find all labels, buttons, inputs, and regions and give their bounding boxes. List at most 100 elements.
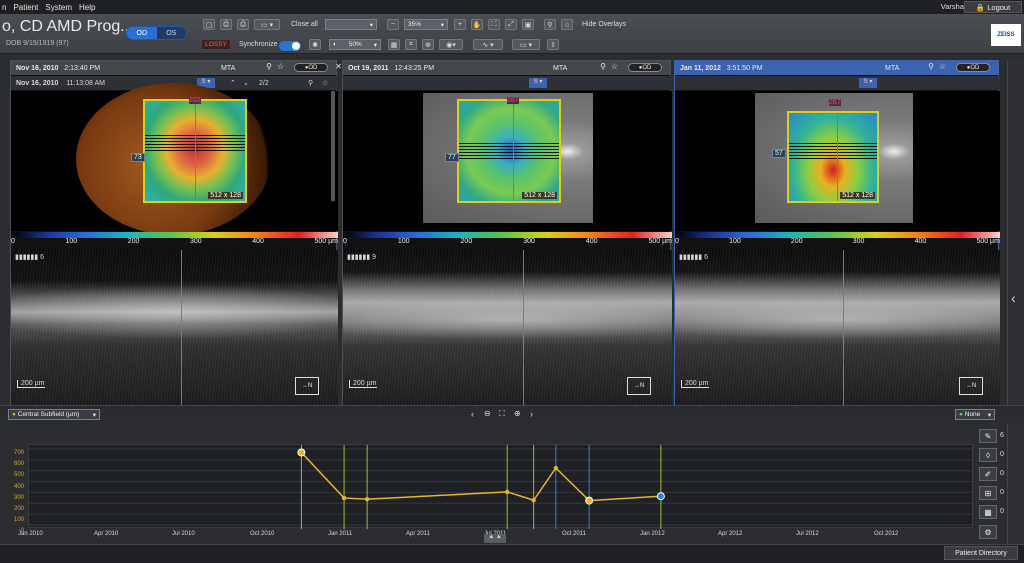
panel-eye-pill[interactable]: ● OD <box>628 63 662 72</box>
eye-od-button[interactable]: OD <box>127 27 157 39</box>
search-icon[interactable]: ⚲ <box>544 19 556 30</box>
search-icon[interactable]: ⚲ <box>266 62 272 71</box>
new-icon[interactable]: ▢ <box>203 19 215 30</box>
star-icon[interactable]: ☆ <box>561 19 573 30</box>
scan-size: 512 x 128 <box>840 192 875 199</box>
x-tick-label: Oct 2011 <box>562 531 586 537</box>
fundus-image[interactable]: 512 x 128 287 77 <box>343 91 672 231</box>
top-value: 287 <box>507 97 519 104</box>
fundus-image[interactable]: 512 x 128 267 57 <box>675 91 1000 231</box>
view-dropdown[interactable]: ▾ <box>325 19 377 30</box>
trend-graph[interactable] <box>28 444 974 529</box>
chevron-right-icon[interactable]: › <box>530 409 533 419</box>
star-icon[interactable]: ☆ <box>322 79 328 87</box>
oct-bscan[interactable]: ▮▮▮▮▮▮ 9 200 µm → N <box>343 250 672 405</box>
crop-icon[interactable]: ⌗ <box>405 39 417 50</box>
drop-filter-button[interactable]: ◊ <box>979 448 997 462</box>
patient-directory-button[interactable]: Patient Directory <box>944 546 1018 560</box>
menu-help[interactable]: Help <box>79 3 95 12</box>
star-icon[interactable]: ☆ <box>277 62 284 71</box>
scan-panel-3: Jan 11, 2012 3:51:50 PM MTA ⚲ ☆ ● OD S ▾… <box>674 60 1000 405</box>
zoom-out-icon[interactable]: ⊖ <box>484 409 491 418</box>
page-counter[interactable]: 2/2 <box>259 80 269 87</box>
panel-eye-pill[interactable]: ● OD <box>294 63 328 72</box>
chevron-up-icon[interactable]: ⌃ <box>230 79 236 87</box>
bscan-image <box>675 250 1000 405</box>
gear-icon[interactable]: ⚙ <box>979 525 997 539</box>
panel-subheader: S ▾ <box>675 76 1000 90</box>
fundus-image[interactable]: 512 x 128 202 73 <box>11 83 338 235</box>
pan-hand-icon[interactable]: ✋ <box>471 19 483 30</box>
data-point[interactable] <box>553 465 559 471</box>
chevron-left-icon[interactable]: ‹ <box>471 409 474 419</box>
data-point[interactable] <box>297 448 306 457</box>
data-point[interactable] <box>585 496 594 505</box>
metric-dropdown[interactable]: ● Central Subfield (µm) ▾ <box>8 409 100 420</box>
expand-icon[interactable]: ⤢ <box>505 19 517 30</box>
search-icon[interactable]: ⚲ <box>308 79 313 87</box>
orientation-icon: → N <box>295 377 319 395</box>
zoom-in-icon[interactable]: + <box>454 19 466 30</box>
y-tick-label: 600 <box>13 461 24 467</box>
menu-system[interactable]: System <box>45 3 72 12</box>
scrollbar[interactable] <box>331 91 335 201</box>
add-event-button[interactable]: ⊞ <box>979 486 997 500</box>
target-dropdown[interactable]: ◉▾ <box>439 39 463 50</box>
chevron-down-icon[interactable]: ⌄ <box>243 79 249 87</box>
panel-eye-pill[interactable]: ● OD <box>956 63 990 72</box>
menu-item[interactable]: n <box>2 3 6 12</box>
zoom-out-icon[interactable]: − <box>387 19 399 30</box>
synchronize-toggle[interactable] <box>279 41 301 51</box>
scan-lines <box>459 141 559 159</box>
view-select[interactable]: S ▾ <box>859 78 877 88</box>
data-point[interactable] <box>656 492 665 501</box>
search-icon[interactable]: ⚲ <box>928 62 934 71</box>
x-tick-label: Apr 2011 <box>406 531 430 537</box>
data-point[interactable] <box>504 489 510 495</box>
scale-labels: 0 100 200 300 400 500 µm <box>343 238 672 245</box>
view-select[interactable]: S ▾ <box>529 78 547 88</box>
color-scale: 0 100 200 300 400 500 µm <box>675 232 1000 250</box>
layout-dropdown[interactable]: ▭ ▾ <box>254 19 280 30</box>
right-collapse-bar[interactable]: ‹ <box>1007 60 1024 544</box>
eye-os-button[interactable]: OS <box>156 27 186 39</box>
graph-expand-buttons[interactable]: ▲ ▲ <box>484 534 506 543</box>
export-icon[interactable]: ⇪ <box>547 39 559 50</box>
x-tick-label: Jul 2010 <box>172 531 195 537</box>
search-icon[interactable]: ⚲ <box>600 62 606 71</box>
chevron-left-icon[interactable]: ‹ <box>1011 290 1016 306</box>
print-preview-icon[interactable]: ⎙ <box>220 19 232 30</box>
panel-mta: MTA <box>553 64 568 72</box>
actual-size-icon[interactable]: ▣ <box>522 19 534 30</box>
oct-bscan[interactable]: ▮▮▮▮▮▮ 6 200 µm → N <box>11 250 338 405</box>
close-all-button[interactable]: Close all <box>291 21 318 28</box>
crosshair-icon[interactable]: ⊕ <box>422 39 434 50</box>
data-point[interactable] <box>341 495 347 501</box>
print-icon[interactable]: ⎙ <box>237 19 249 30</box>
star-icon[interactable]: ☆ <box>611 62 618 71</box>
fit-icon[interactable]: ⛶ <box>499 409 505 419</box>
y-tick-label: 100 <box>13 517 24 523</box>
star-icon[interactable]: ☆ <box>939 62 946 71</box>
data-point[interactable] <box>531 498 536 503</box>
injection-filter-button[interactable]: ✎ <box>979 429 997 443</box>
menu-patient[interactable]: Patient <box>13 3 38 12</box>
chart-dropdown[interactable]: ∿ ▾ <box>473 39 503 50</box>
zoom-in-icon[interactable]: ⊕ <box>514 409 521 418</box>
display-dropdown[interactable]: ▭ ▾ <box>512 39 540 50</box>
close-icon[interactable]: ✕ <box>335 62 342 71</box>
settings-icon[interactable]: ✺ <box>309 39 321 50</box>
eye-selector[interactable]: OD OS <box>126 26 187 40</box>
grid-icon[interactable]: ▦ <box>388 39 400 50</box>
zoom-dropdown[interactable]: 35% ▾ <box>404 19 448 30</box>
calendar-icon[interactable]: ▦ <box>979 505 997 519</box>
compare-dropdown[interactable]: ● None ▾ <box>955 409 995 420</box>
laser-count: 0 <box>1000 470 1004 477</box>
logout-button[interactable]: 🔒 Logout <box>964 1 1022 13</box>
oct-bscan[interactable]: ▮▮▮▮▮▮ 6 200 µm → N <box>675 250 1000 405</box>
opacity-dropdown[interactable]: ◐ 50% ▾ <box>329 39 381 50</box>
laser-filter-button[interactable]: ✐ <box>979 467 997 481</box>
hide-overlays-button[interactable]: Hide Overlays <box>582 21 626 28</box>
fit-icon[interactable]: ⛶ <box>488 19 500 30</box>
data-point[interactable] <box>364 496 370 502</box>
